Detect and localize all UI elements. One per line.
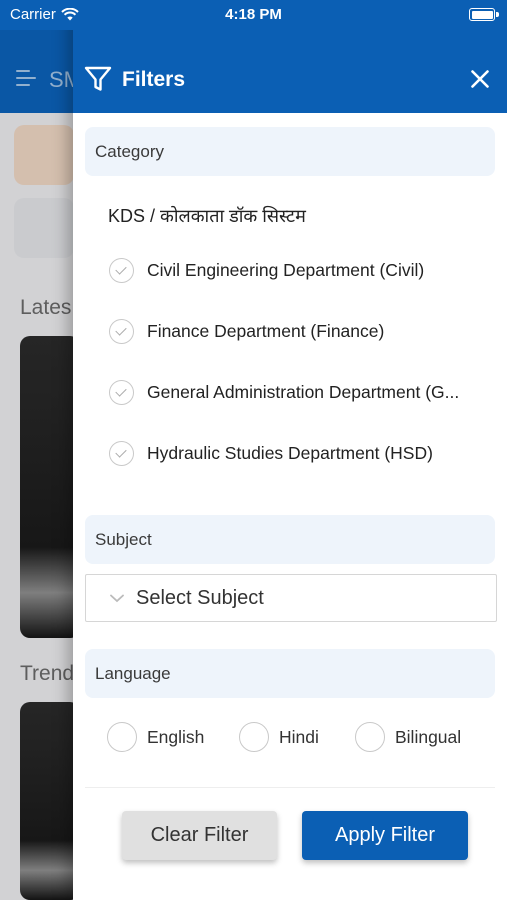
close-icon[interactable] <box>471 70 489 88</box>
status-bar: Carrier 4:18 PM <box>0 0 507 30</box>
category-item-label: General Administration Department (G... <box>147 382 460 402</box>
checkmark-circle-icon[interactable] <box>109 441 134 466</box>
drawer-header: Filters <box>73 30 507 113</box>
radio-button[interactable] <box>239 722 269 752</box>
organization-name: KDS / कोलकाता डॉक सिस्टम <box>108 206 306 226</box>
category-item[interactable]: Civil Engineering Department (Civil) <box>109 258 489 283</box>
subject-heading: Subject <box>85 515 495 564</box>
language-heading: Language <box>85 649 495 698</box>
subject-select[interactable]: Select Subject <box>85 574 497 622</box>
status-time: 4:18 PM <box>225 6 282 23</box>
language-option-hindi[interactable]: Hindi <box>239 722 319 752</box>
radio-button[interactable] <box>355 722 385 752</box>
radio-button[interactable] <box>107 722 137 752</box>
chevron-down-icon <box>110 594 124 602</box>
apply-filter-button[interactable]: Apply Filter <box>302 811 468 860</box>
category-item[interactable]: Finance Department (Finance) <box>109 319 489 344</box>
checkmark-circle-icon[interactable] <box>109 319 134 344</box>
radio-label: Hindi <box>279 726 319 747</box>
filter-icon <box>84 66 112 91</box>
clear-filter-button[interactable]: Clear Filter <box>122 811 277 860</box>
drawer-title: Filters <box>122 68 186 91</box>
checkmark-circle-icon[interactable] <box>109 258 134 283</box>
category-item-label: Civil Engineering Department (Civil) <box>147 260 425 280</box>
divider <box>85 787 495 788</box>
radio-label: English <box>147 726 205 747</box>
subject-select-placeholder: Select Subject <box>136 586 264 609</box>
radio-label: Bilingual <box>395 726 462 747</box>
battery-icon <box>469 8 499 21</box>
category-item-label: Finance Department (Finance) <box>147 321 385 341</box>
language-option-bilingual[interactable]: Bilingual <box>355 722 461 752</box>
category-item-label: Hydraulic Studies Department (HSD) <box>147 443 433 463</box>
filter-drawer: Filters Category KDS / कोलकाता डॉक सिस्ट… <box>73 0 507 900</box>
category-item[interactable]: Hydraulic Studies Department (HSD) <box>109 441 489 466</box>
language-option-english[interactable]: English <box>107 722 204 752</box>
checkmark-circle-icon[interactable] <box>109 380 134 405</box>
category-item[interactable]: General Administration Department (G... <box>109 380 489 405</box>
category-heading: Category <box>85 127 495 176</box>
